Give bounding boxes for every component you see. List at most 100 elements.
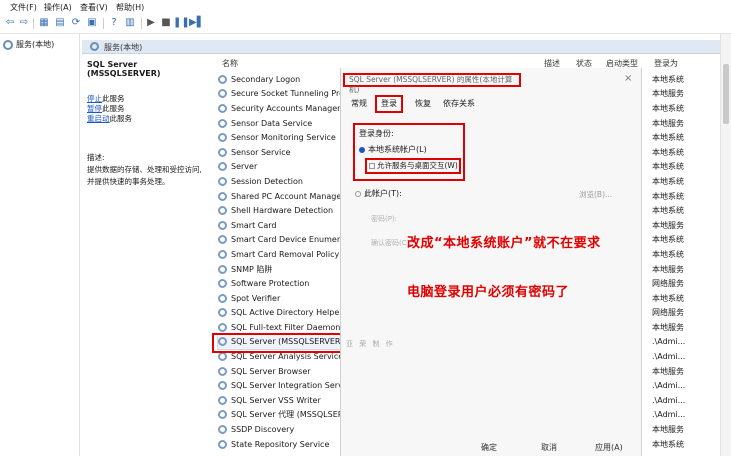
logon-as-cell: 本地服务 [652, 118, 684, 128]
menu-file[interactable]: 文件(F) [10, 2, 37, 13]
tree-item-services-local[interactable]: 服务(本地) [3, 39, 54, 50]
cancel-button[interactable]: 取消 [541, 442, 557, 453]
interact-desktop-option[interactable]: 允许服务与桌面交互(W) [365, 158, 461, 174]
stop-icon[interactable]: ■ [160, 17, 172, 29]
gear-icon [218, 74, 227, 84]
list-item[interactable]: SQL Server Browser [218, 364, 348, 379]
export-icon[interactable]: ▣ [86, 17, 98, 29]
menu-view[interactable]: 查看(V) [80, 2, 108, 13]
password-label: 密码(P): [371, 215, 398, 223]
tab-recovery[interactable]: 恢复 [415, 98, 431, 109]
list-item[interactable]: Sensor Service [218, 145, 348, 160]
list-item[interactable]: Sensor Data Service [218, 116, 348, 131]
logon-as-cell: 本地系统 [652, 191, 684, 201]
console-tree-icon[interactable]: ▦ [38, 17, 50, 29]
vertical-scrollbar[interactable] [720, 34, 731, 456]
logon-as-cell: 本地系统 [652, 74, 684, 84]
gear-icon [218, 395, 227, 405]
list-item[interactable]: Secondary Logon [218, 72, 348, 87]
link-suffix: 此服务 [102, 104, 125, 113]
list-item[interactable]: SQL Active Directory Helper 服务 [218, 306, 348, 321]
link-suffix: 此服务 [109, 114, 133, 123]
column-header-logon-as[interactable]: 登录为 [654, 58, 678, 69]
annotation-line-1: 改成“本地系统账户”就不在要求 [407, 236, 601, 251]
gear-icon [218, 118, 227, 128]
logon-as-cell: 本地服务 [652, 220, 684, 230]
tab-general[interactable]: 常规 [351, 98, 367, 114]
list-item[interactable]: Smart Card Removal Policy [218, 247, 348, 262]
gear-icon [218, 176, 227, 186]
list-item[interactable]: Shell Hardware Detection [218, 203, 348, 218]
service-name: Smart Card Removal Policy [231, 249, 340, 259]
list-item[interactable]: State Repository Service [218, 437, 348, 452]
toolbar: ⇦ ⇨ ▦ ▤ ⟳ ▣ ? ▥ ▶ ■ ❚❚ ▶▌ [0, 14, 731, 34]
logon-as-cell: 本地系统 [652, 133, 684, 143]
radio-unselected-icon[interactable] [355, 190, 361, 197]
service-name: SQL Server VSS Writer [231, 395, 321, 405]
logon-as-cell: 本地系统 [652, 176, 684, 186]
service-name: SNMP 陷阱 [231, 264, 273, 274]
scrollbar-thumb[interactable] [723, 64, 729, 124]
radio-selected-icon[interactable] [359, 146, 365, 153]
view-icon[interactable]: ▥ [124, 17, 136, 29]
properties-icon[interactable]: ▤ [54, 17, 66, 29]
menu-action[interactable]: 操作(A) [44, 2, 72, 13]
list-item[interactable]: Security Accounts Manager [218, 101, 348, 116]
service-name: Security Accounts Manager [231, 103, 341, 113]
gear-icon [218, 322, 227, 332]
list-item[interactable]: Smart Card Device Enumeration [218, 233, 348, 248]
service-name: Software Protection [231, 279, 310, 289]
pause-service-link[interactable]: 暂停 [87, 104, 102, 113]
list-item[interactable]: SQL Server VSS Writer [218, 393, 348, 408]
restart-icon[interactable]: ▶▌ [189, 17, 204, 29]
back-icon[interactable]: ⇦ [4, 17, 16, 29]
stop-service-link[interactable]: 停止 [87, 94, 102, 103]
column-header-name[interactable]: 名称 [222, 58, 238, 69]
service-name: Shared PC Account Manager [231, 191, 345, 201]
restart-service-link[interactable]: 重启动 [87, 114, 110, 123]
tab-logon[interactable]: 登录 [375, 95, 403, 113]
gear-icon [218, 308, 227, 318]
list-item[interactable]: Spot Verifier [218, 291, 348, 306]
logon-as-cell: .\Admi... [652, 337, 686, 347]
logon-as-cell: 本地服务 [652, 264, 684, 274]
logon-as-cell: 网络服务 [652, 308, 684, 318]
logon-as-cell: 本地系统 [652, 439, 684, 449]
tab-dependencies[interactable]: 依存关系 [443, 98, 475, 109]
logon-as-column: 本地系统 本地服务 本地系统 本地服务 本地系统 本地系统 本地系统 本地系统 … [652, 72, 692, 451]
list-item[interactable]: Secure Socket Tunneling Protoc [218, 87, 348, 102]
checkbox-icon[interactable] [369, 163, 375, 169]
list-item[interactable]: Shared PC Account Manager [218, 189, 348, 204]
apply-button[interactable]: 应用(A) [595, 442, 623, 453]
pause-icon[interactable]: ❚❚ [173, 17, 190, 29]
list-item[interactable]: Session Detection [218, 174, 348, 189]
list-item[interactable]: Sensor Monitoring Service [218, 130, 348, 145]
list-item[interactable]: SNMP 陷阱 [218, 262, 348, 277]
ok-button[interactable]: 确定 [481, 442, 497, 453]
list-item[interactable]: Smart Card [218, 218, 348, 233]
forward-icon[interactable]: ⇨ [18, 17, 30, 29]
local-system-option[interactable]: 本地系统帐户(L) [359, 144, 427, 155]
gear-icon [218, 206, 227, 216]
logon-as-cell: 本地服务 [652, 366, 684, 376]
close-icon[interactable]: × [624, 73, 632, 84]
browse-button[interactable]: 浏览(B)... [579, 189, 612, 200]
list-item[interactable]: SQL Server Integration Services [218, 378, 348, 393]
service-title: SQL Server (MSSQLSERVER) [87, 60, 161, 78]
annotation-line-2: 电脑登录用户必须有密码了 [407, 285, 570, 300]
logon-as-cell: 本地系统 [652, 293, 684, 303]
list-item[interactable]: Server [218, 160, 348, 175]
list-item[interactable]: SSDP Discovery [218, 422, 348, 437]
logon-as-cell: 本地系统 [652, 206, 684, 216]
list-item[interactable]: SQL Server 代理 (MSSQLSERVE [218, 408, 348, 423]
this-account-option[interactable]: 此帐户(T): [355, 188, 402, 199]
logon-as-cell: 本地服务 [652, 89, 684, 99]
service-name: SQL Full-text Filter Daemon Lau [231, 322, 348, 332]
help-icon[interactable]: ? [108, 17, 120, 29]
play-icon[interactable]: ▶ [145, 17, 157, 29]
menu-help[interactable]: 帮助(H) [116, 2, 144, 13]
services-header-title: 服务(本地) [104, 43, 143, 52]
list-item[interactable]: Software Protection [218, 276, 348, 291]
logon-as-cell: 本地系统 [652, 235, 684, 245]
refresh-icon[interactable]: ⟳ [70, 17, 82, 29]
